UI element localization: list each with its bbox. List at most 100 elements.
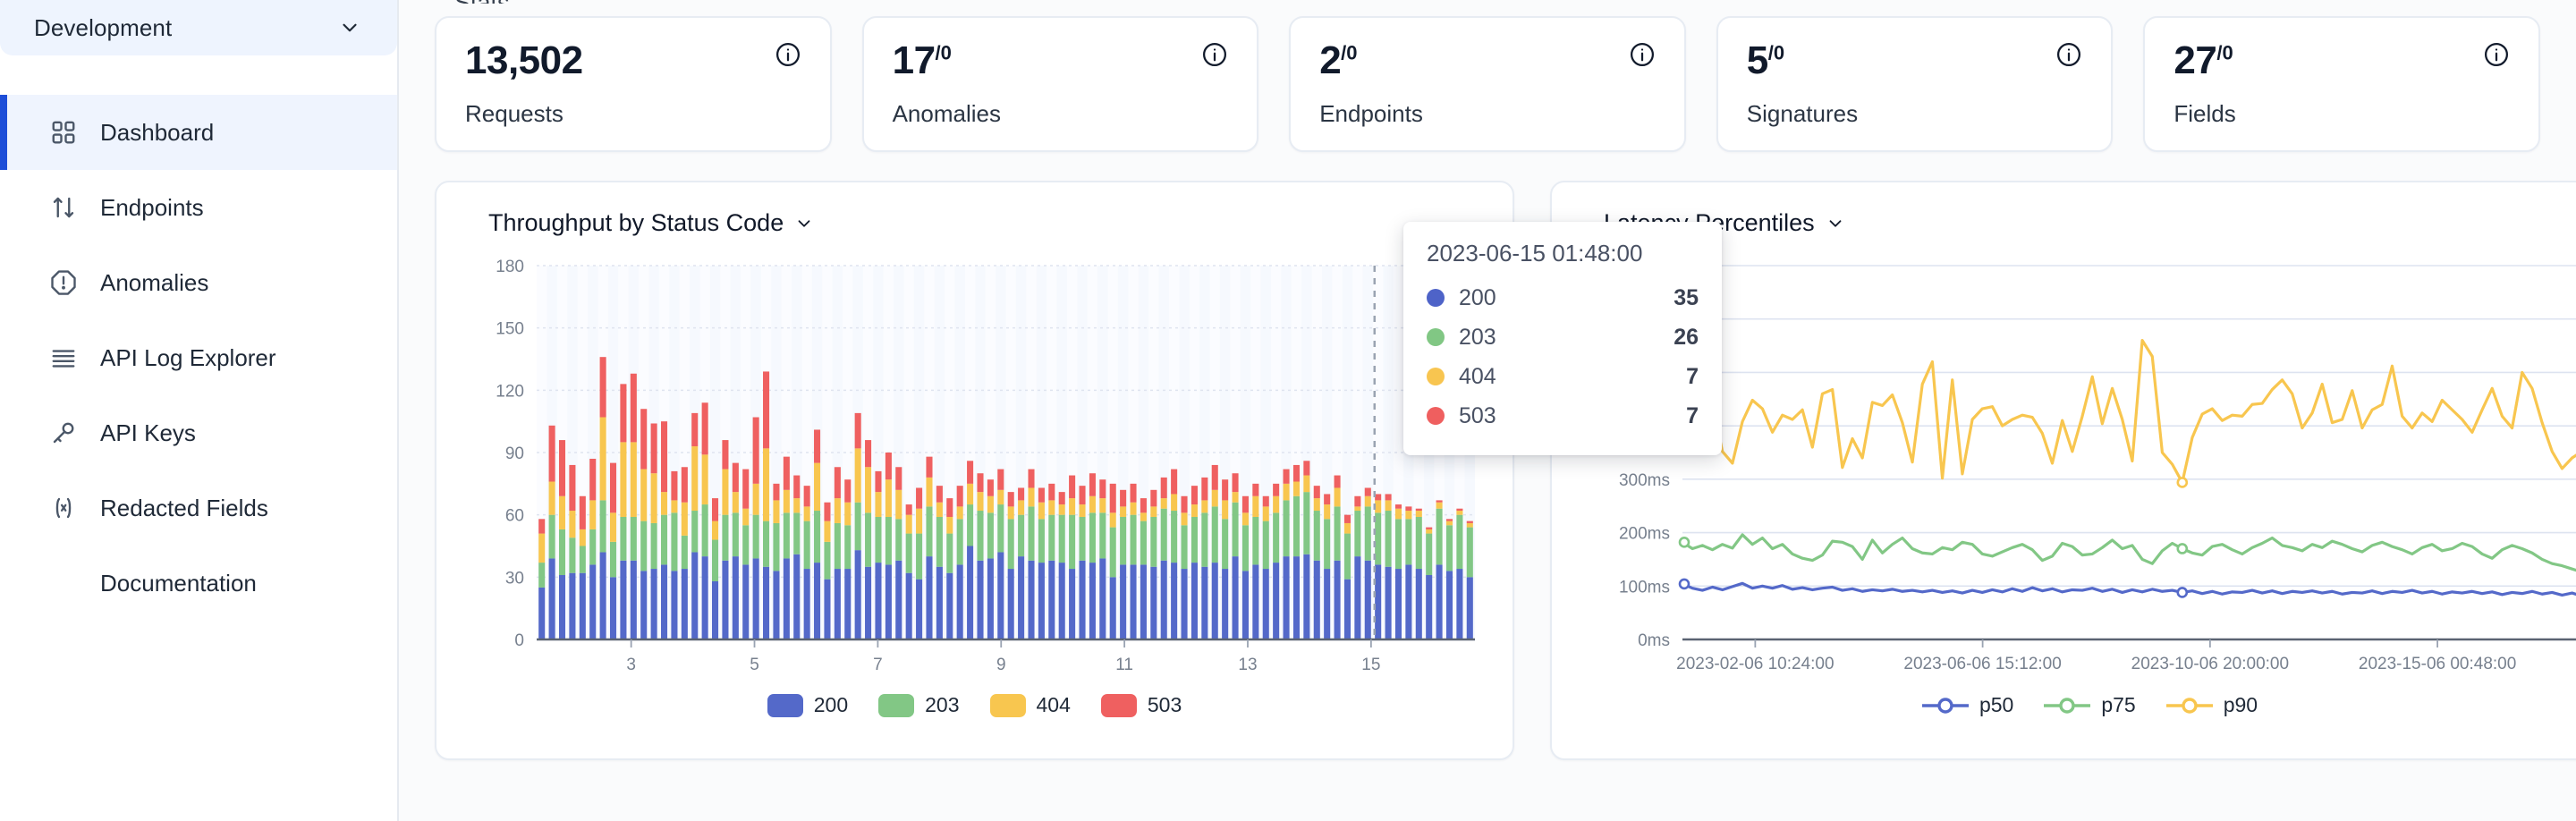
- bar-segment: [1354, 496, 1360, 507]
- bar-segment: [753, 484, 759, 515]
- bar-segment: [1089, 496, 1096, 513]
- bar-segment: [784, 490, 790, 513]
- bar-segment: [1120, 490, 1126, 507]
- bar-segment: [886, 517, 892, 564]
- legend-item-503[interactable]: 503: [1101, 693, 1182, 717]
- bar-segment: [1038, 487, 1045, 502]
- throughput-chart-title-dropdown[interactable]: Throughput by Status Code: [488, 209, 814, 237]
- info-icon[interactable]: [1201, 41, 1228, 68]
- bar-segment: [875, 563, 881, 639]
- data-point: [2178, 544, 2187, 553]
- legend-item-p50[interactable]: p50: [1922, 693, 2013, 717]
- bar-segment: [559, 529, 565, 575]
- bar-segment: [1130, 564, 1136, 639]
- bar-segment: [977, 511, 983, 561]
- stat-value-suffix: /0: [2216, 41, 2233, 63]
- bar-segment: [1242, 496, 1249, 513]
- sidebar-item-redacted-fields[interactable]: Redacted Fields: [0, 470, 397, 546]
- bar-segment: [916, 487, 922, 508]
- y-axis-tick-label: 120: [496, 382, 524, 401]
- legend-item-404[interactable]: 404: [990, 693, 1071, 717]
- bar-segment: [1263, 506, 1269, 521]
- bar-segment: [1436, 500, 1443, 502]
- line-series-p50: [1682, 583, 2576, 596]
- bar-segment: [1110, 528, 1116, 578]
- bar-segment: [1150, 506, 1157, 517]
- bar-segment: [835, 498, 841, 523]
- sidebar-item-documentation[interactable]: Documentation: [0, 546, 397, 621]
- bar-segment: [1273, 484, 1279, 496]
- bar-segment: [1222, 519, 1228, 569]
- info-icon[interactable]: [1629, 41, 1656, 68]
- bar-segment: [538, 534, 545, 563]
- bar-segment: [1335, 487, 1341, 506]
- bar-segment: [1314, 486, 1320, 498]
- stat-value-number: 27: [2174, 38, 2216, 82]
- bar-segment: [671, 500, 677, 512]
- line-series-p75: [1682, 535, 2576, 575]
- bar-segment: [1293, 465, 1300, 482]
- x-axis-tick-label: 3: [626, 656, 636, 674]
- bar-segment: [946, 573, 953, 639]
- bar-segment: [1405, 506, 1411, 511]
- latency-line-chart[interactable]: 0ms100ms200ms300ms400ms500ms600ms700ms20…: [1582, 257, 2576, 686]
- bar-segment: [1467, 521, 1473, 523]
- latency-plot-area[interactable]: 0ms100ms200ms300ms400ms500ms600ms700ms20…: [1582, 257, 2576, 686]
- bar-segment: [1201, 478, 1208, 501]
- bar-segment: [1467, 528, 1473, 578]
- bar-segment: [1120, 506, 1126, 517]
- legend-item-203[interactable]: 203: [878, 693, 959, 717]
- legend-item-p90[interactable]: p90: [2166, 693, 2258, 717]
- bar-segment: [1212, 563, 1218, 639]
- stat-value-suffix: /0: [1341, 41, 1357, 63]
- bar-segment: [1293, 482, 1300, 496]
- bar-segment: [1263, 521, 1269, 569]
- bar-segment: [1456, 509, 1462, 511]
- stat-label: Endpoints: [1319, 100, 1656, 128]
- throughput-bar-chart[interactable]: 03060901201501803579111315: [467, 257, 1482, 686]
- bar-segment: [1182, 569, 1188, 639]
- environment-switcher[interactable]: Development: [0, 0, 397, 55]
- bar-segment: [1038, 503, 1045, 520]
- legend-label: 404: [1037, 693, 1071, 717]
- throughput-legend: 200 203 404 503: [467, 693, 1482, 717]
- alert-octagon-icon: [50, 269, 77, 296]
- bar-segment: [1416, 517, 1422, 569]
- bar-segment: [946, 517, 953, 534]
- sidebar-item-api-log-explorer[interactable]: API Log Explorer: [0, 320, 397, 395]
- sidebar-item-label: Anomalies: [100, 269, 208, 297]
- bar-segment: [1467, 523, 1473, 528]
- legend-item-p75[interactable]: p75: [2044, 693, 2135, 717]
- bar-segment: [946, 498, 953, 517]
- throughput-plot-area[interactable]: 03060901201501803579111315: [467, 257, 1482, 686]
- bar-segment: [661, 492, 667, 515]
- bar-segment: [722, 440, 728, 470]
- sidebar-item-endpoints[interactable]: Endpoints: [0, 170, 397, 245]
- sidebar-item-anomalies[interactable]: Anomalies: [0, 245, 397, 320]
- bar-segment: [1426, 528, 1432, 529]
- bar-segment: [712, 581, 718, 639]
- bar-segment: [784, 512, 790, 558]
- bar-segment: [620, 442, 626, 517]
- tooltip-color-dot: [1427, 368, 1445, 385]
- tooltip-series-name: 200: [1459, 285, 1674, 311]
- bar-segment: [742, 525, 749, 564]
- sidebar-item-dashboard[interactable]: Dashboard: [0, 95, 397, 170]
- bar-segment: [1028, 506, 1034, 560]
- bar-segment: [886, 479, 892, 517]
- bar-segment: [1233, 556, 1239, 639]
- info-icon[interactable]: [775, 41, 801, 68]
- bar-segment: [773, 523, 779, 571]
- info-icon[interactable]: [2483, 41, 2510, 68]
- bar-segment: [967, 484, 973, 504]
- bar-segment: [1222, 500, 1228, 519]
- x-axis-tick-label: 9: [996, 656, 1006, 674]
- bar-segment: [753, 558, 759, 639]
- bar-segment: [1120, 517, 1126, 564]
- bar-segment: [1303, 492, 1309, 554]
- legend-item-200[interactable]: 200: [767, 693, 848, 717]
- info-icon[interactable]: [2055, 41, 2082, 68]
- bar-segment: [1140, 564, 1147, 639]
- sidebar-item-api-keys[interactable]: API Keys: [0, 395, 397, 470]
- bar-segment: [1038, 519, 1045, 563]
